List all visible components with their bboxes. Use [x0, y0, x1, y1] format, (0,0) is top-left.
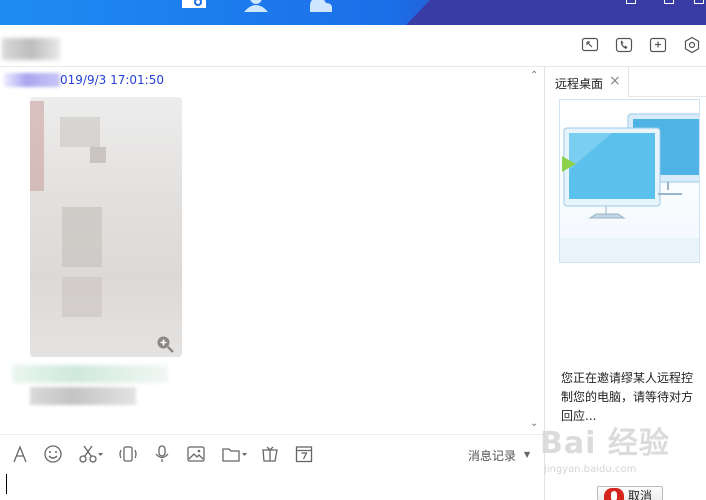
tab-remote-desktop[interactable]: 远程桌面 × [545, 67, 629, 97]
title-bar-accent [406, 0, 706, 25]
tab-close-icon[interactable]: × [609, 73, 621, 89]
scissors-icon[interactable] [78, 444, 104, 464]
title-bar [0, 0, 706, 25]
contact-name [2, 38, 60, 60]
close-window-icon[interactable] [694, 0, 704, 4]
shake-icon[interactable] [118, 444, 138, 464]
minimize-icon[interactable] [626, 0, 636, 4]
add-contact-icon[interactable] [649, 36, 667, 54]
gift-icon[interactable] [260, 444, 280, 464]
monitors-image [560, 113, 699, 262]
maximize-icon[interactable] [664, 0, 674, 4]
share-screen-icon[interactable] [581, 36, 599, 54]
watermark-logo: Bai 经验 jingyan.baidu.com [540, 418, 700, 488]
scroll-up-icon[interactable]: ⌃ [530, 70, 538, 81]
chat-tab-icon[interactable] [180, 0, 208, 12]
tab-label: 远程桌面 [555, 77, 604, 91]
calendar-icon[interactable] [294, 444, 314, 464]
message-input[interactable] [6, 474, 7, 494]
zoom-in-icon[interactable] [156, 335, 174, 353]
font-icon[interactable] [10, 444, 30, 464]
microphone-icon[interactable] [152, 444, 172, 464]
sender-name [4, 73, 60, 87]
remote-desktop-illustration [559, 99, 700, 263]
toolbar-divider [0, 434, 544, 435]
tab-bar-divider [629, 96, 706, 97]
message-text [12, 365, 168, 383]
scroll-down-icon[interactable]: ⌄ [530, 418, 538, 429]
image-message[interactable] [30, 97, 182, 357]
image-icon[interactable] [186, 444, 206, 464]
contacts-tab-icon[interactable] [242, 0, 270, 12]
message-text [30, 387, 136, 405]
chevron-down-icon[interactable]: ▼ [524, 450, 530, 459]
cancel-icon [604, 488, 624, 500]
watermark-url: jingyan.baidu.com [544, 464, 637, 475]
message-list[interactable]: 019/9/3 17:01:50 [0, 67, 544, 435]
message-history-button[interactable]: 消息记录 [468, 447, 516, 464]
message-timestamp: 019/9/3 17:01:50 [60, 73, 164, 87]
voice-call-icon[interactable] [615, 36, 633, 54]
space-tab-icon[interactable] [306, 0, 334, 12]
watermark-text: Bai 经验 [540, 426, 670, 461]
folder-icon[interactable] [221, 444, 249, 464]
emoji-icon[interactable] [43, 444, 63, 464]
settings-icon[interactable] [683, 36, 701, 54]
